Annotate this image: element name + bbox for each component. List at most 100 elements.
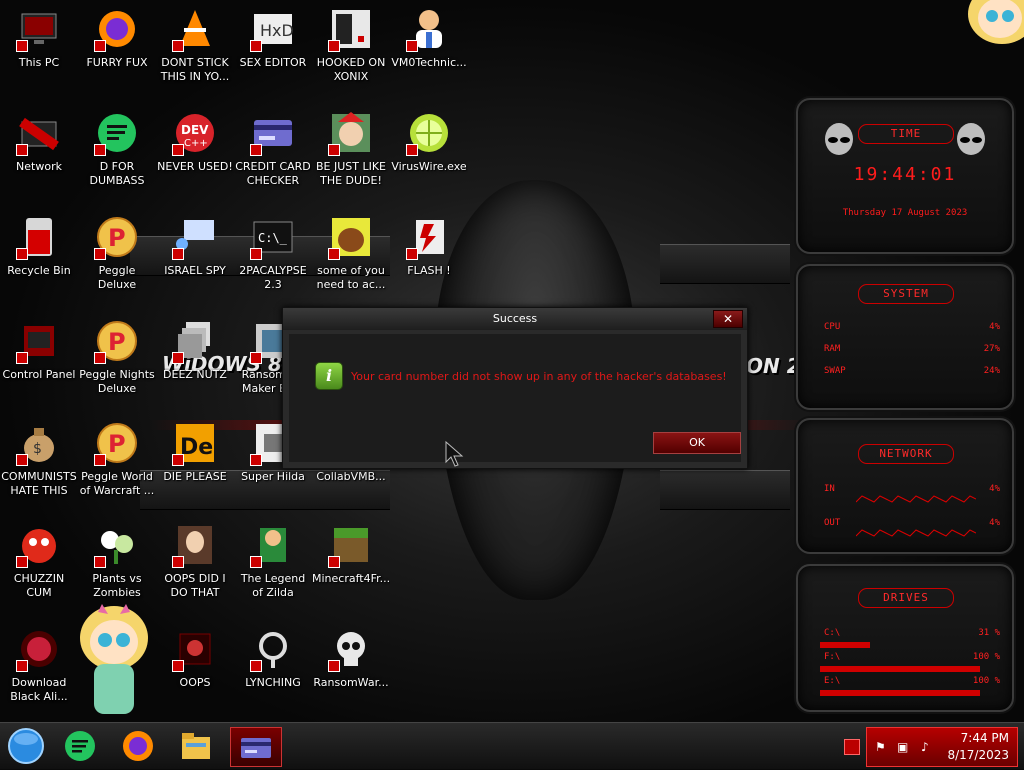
desktop-icon[interactable]: RansomWar... bbox=[312, 626, 390, 690]
svg-text:$: $ bbox=[33, 441, 42, 457]
desktop-icon[interactable]: P Peggle Nights Deluxe bbox=[78, 318, 156, 396]
desktop-icon[interactable]: DEEZ NUTZ bbox=[156, 318, 234, 382]
shortcut-arrow-icon bbox=[250, 144, 262, 156]
drives-row: C:\ 31 % bbox=[824, 628, 1000, 642]
star-character-sticker bbox=[80, 604, 148, 714]
terminal-icon: C:\_ bbox=[250, 214, 296, 260]
shortcut-arrow-icon bbox=[16, 248, 28, 260]
desktop-icon[interactable]: Recycle Bin bbox=[0, 214, 78, 278]
system-row-label: CPU bbox=[824, 322, 841, 332]
xonix-game-icon bbox=[328, 6, 374, 52]
desktop-icon-label: This PC bbox=[18, 56, 60, 69]
show-hidden-icons-button[interactable] bbox=[844, 739, 860, 755]
desktop-icon-label: 2PACALYPSE 2.3 bbox=[239, 264, 307, 291]
money-bag-icon: $ bbox=[16, 420, 62, 466]
drives-row: E:\ 100 % bbox=[824, 676, 1000, 690]
shortcut-arrow-icon bbox=[172, 248, 184, 260]
peggle-icon: P bbox=[94, 318, 140, 364]
shortcut-arrow-icon bbox=[16, 144, 28, 156]
shortcut-arrow-icon bbox=[250, 556, 262, 568]
desktop-icon[interactable]: C:\_ 2PACALYPSE 2.3 bbox=[234, 214, 312, 292]
volume-icon[interactable]: ♪ bbox=[921, 740, 929, 754]
recycle-bin-icon bbox=[16, 214, 62, 260]
gadget-time-clock: 19:44:01 bbox=[853, 164, 957, 185]
taskbar-credit-card-checker[interactable] bbox=[230, 727, 282, 767]
close-icon: ✕ bbox=[722, 312, 734, 326]
desktop-icon[interactable]: HxD SEX EDITOR bbox=[234, 6, 312, 70]
taskbar-green-app[interactable] bbox=[58, 727, 102, 765]
desktop-icon-label: VM0Technic... bbox=[391, 56, 467, 69]
desktop-icon[interactable]: some of you need to ac... bbox=[312, 214, 390, 292]
peggle-icon: P bbox=[94, 214, 140, 260]
desktop-icon-label: The Legend of Zilda bbox=[240, 572, 306, 599]
desktop-icon[interactable]: FLASH ! bbox=[390, 214, 468, 278]
desktop-icon[interactable]: VM0Technic... bbox=[390, 6, 468, 70]
spy-icon bbox=[172, 214, 218, 260]
desktop-icon[interactable]: ISRAEL SPY bbox=[156, 214, 234, 278]
dialog-titlebar[interactable]: Success bbox=[283, 308, 747, 330]
desktop-icon[interactable]: P Peggle Deluxe bbox=[78, 214, 156, 292]
shortcut-arrow-icon bbox=[250, 352, 262, 364]
desktop-icon-label: Network bbox=[16, 160, 62, 173]
desktop-icon[interactable]: BE JUST LIKE THE DUDE! bbox=[312, 110, 390, 188]
info-icon: i bbox=[315, 362, 343, 390]
desktop-icon-label: CollabVMB... bbox=[316, 470, 386, 483]
desktop-icon[interactable]: Control Panel bbox=[0, 318, 78, 382]
gadget-drives[interactable]: DRIVES C:\ 31 % F:\ 100 % E:\ 100 % bbox=[796, 564, 1014, 712]
desktop-icon[interactable]: P Peggle World of Warcraft ... bbox=[78, 420, 156, 498]
desktop-icon[interactable]: D FOR DUMBASS bbox=[78, 110, 156, 188]
ok-button[interactable]: OK bbox=[653, 432, 741, 454]
rope-icon bbox=[250, 626, 296, 672]
vlc-cone-icon bbox=[172, 6, 218, 52]
desktop-icon[interactable]: The Legend of Zilda bbox=[234, 522, 312, 600]
desktop-icon[interactable]: DONT STICK THIS IN YO... bbox=[156, 6, 234, 84]
desktop-icon[interactable]: OOPS DID I DO THAT bbox=[156, 522, 234, 600]
desktop-icon-label: Peggle Nights Deluxe bbox=[79, 368, 155, 395]
desktop-icon-label: Recycle Bin bbox=[7, 264, 71, 277]
start-button[interactable] bbox=[4, 727, 48, 765]
desktop-icon[interactable]: HOOKED ON XONIX bbox=[312, 6, 390, 84]
desktop-icon[interactable]: LYNCHING bbox=[234, 626, 312, 690]
flag-icon[interactable]: ⚑ bbox=[875, 740, 886, 754]
network-status-icon[interactable]: ▣ bbox=[897, 740, 908, 754]
gadget-network[interactable]: NETWORK IN 4% OUT 4% bbox=[796, 418, 1014, 554]
taskbar-firefox[interactable] bbox=[116, 727, 160, 765]
clock-date[interactable]: 8/17/2023 bbox=[947, 748, 1009, 762]
svg-text:C:\_: C:\_ bbox=[258, 231, 288, 245]
minecraft-icon bbox=[328, 522, 374, 568]
taskbar-explorer[interactable] bbox=[174, 727, 218, 765]
shortcut-arrow-icon bbox=[172, 454, 184, 466]
desktop-icon[interactable]: Plants vs Zombies bbox=[78, 522, 156, 600]
desktop-icon[interactable]: Network bbox=[0, 110, 78, 174]
desktop-icon[interactable]: Minecraft4Fr... bbox=[312, 522, 390, 586]
desktop-icon[interactable]: CHUZZIN CUM bbox=[0, 522, 78, 600]
system-row: CPU 4% bbox=[824, 322, 1000, 336]
desktop-icon[interactable]: DEV C++ NEVER USED! bbox=[156, 110, 234, 174]
desktop-icon-label: HOOKED ON XONIX bbox=[316, 56, 386, 83]
desktop-icon[interactable]: FURRY FUX bbox=[78, 6, 156, 70]
drives-row: F:\ 100 % bbox=[824, 652, 1000, 666]
drives-row-value: 31 % bbox=[978, 628, 1000, 638]
svg-text:P: P bbox=[108, 430, 126, 458]
desktop-icon-label: Plants vs Zombies bbox=[92, 572, 142, 599]
shortcut-arrow-icon bbox=[406, 144, 418, 156]
gadget-time[interactable]: TIME 19:44:01 Thursday 17 August 2023 bbox=[796, 98, 1014, 254]
desktop-icon[interactable]: $ COMMUNISTS HATE THIS G... bbox=[0, 420, 78, 498]
gadget-drives-title: DRIVES bbox=[858, 588, 954, 608]
hxd-editor-icon: HxD bbox=[250, 6, 296, 52]
clock-time[interactable]: 7:44 PM bbox=[961, 731, 1009, 745]
svg-text:P: P bbox=[108, 328, 126, 356]
control-panel-icon bbox=[16, 318, 62, 364]
desktop-icon[interactable]: VirusWire.exe bbox=[390, 110, 468, 174]
svg-text:P: P bbox=[108, 224, 126, 252]
success-dialog[interactable]: Success ✕ i Your card number did not sho… bbox=[282, 307, 748, 469]
desktop-icon[interactable]: CREDIT CARD CHECKER bbox=[234, 110, 312, 188]
peggle-icon: P bbox=[94, 420, 140, 466]
dialog-close-button[interactable]: ✕ bbox=[713, 310, 743, 328]
gadget-system[interactable]: SYSTEM CPU 4% RAM 27% SWAP 24% bbox=[796, 264, 1014, 410]
desktop-icon[interactable]: OOPS bbox=[156, 626, 234, 690]
drives-row-label: F:\ bbox=[824, 652, 841, 662]
system-row: SWAP 24% bbox=[824, 366, 1000, 380]
desktop-icon[interactable]: This PC bbox=[0, 6, 78, 70]
desktop-icon[interactable]: De DIE PLEASE bbox=[156, 420, 234, 484]
